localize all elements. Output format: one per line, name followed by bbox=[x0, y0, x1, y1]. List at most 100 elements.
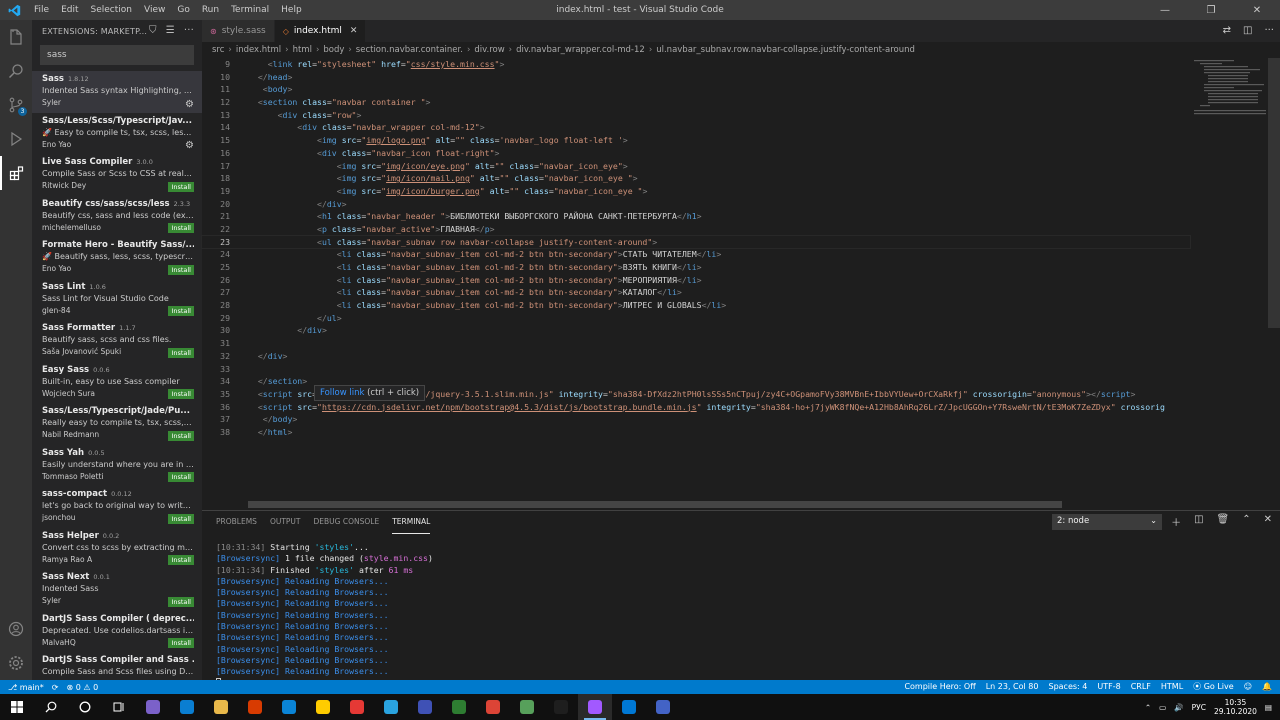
clear-icon[interactable]: ☰ bbox=[166, 20, 175, 42]
manage-gear-icon[interactable]: ⚙ bbox=[185, 140, 194, 151]
close-panel-icon[interactable]: ✕ bbox=[1264, 514, 1272, 529]
taskbar-app-icon[interactable] bbox=[408, 694, 442, 720]
extension-item[interactable]: Sass Formatter 1.1.7 Beautify sass, scss a… bbox=[32, 320, 202, 362]
branch-indicator[interactable]: ⎇ main* bbox=[8, 683, 44, 692]
panel-tab-debug-console[interactable]: DEBUG CONSOLE bbox=[314, 511, 380, 533]
extension-item[interactable]: DartJS Sass Compiler ( deprec...0.5.22De… bbox=[32, 611, 202, 653]
explorer-icon[interactable] bbox=[0, 20, 32, 54]
code-line[interactable]: 20 </div> bbox=[202, 198, 1190, 211]
code-line[interactable]: 37 </body> bbox=[202, 413, 1190, 426]
cursor-position[interactable]: Ln 23, Col 80 bbox=[986, 680, 1039, 694]
taskbar-app-icon[interactable] bbox=[476, 694, 510, 720]
close-window-icon[interactable]: ✕ bbox=[1234, 0, 1280, 20]
taskbar-app-icon[interactable] bbox=[306, 694, 340, 720]
sync-icon[interactable]: ⟳ bbox=[52, 683, 59, 692]
extension-item[interactable]: Easy Sass 0.0.6 Built-in, easy to use Sass… bbox=[32, 362, 202, 404]
code-line[interactable]: 9 <link rel="stylesheet" href="css/style… bbox=[202, 58, 1190, 71]
go-live-button[interactable]: ⦿ Go Live bbox=[1193, 680, 1234, 694]
code-line[interactable]: 21 <h1 class="navbar_header ">БИБЛИОТЕКИ… bbox=[202, 210, 1190, 223]
breadcrumb-item[interactable]: section.navbar.container. bbox=[356, 45, 463, 55]
taskbar-app-icon[interactable] bbox=[612, 694, 646, 720]
menu-edit[interactable]: Edit bbox=[55, 0, 84, 20]
install-button[interactable]: Install bbox=[168, 223, 194, 233]
menu-help[interactable]: Help bbox=[275, 0, 308, 20]
taskbar-app-icon[interactable] bbox=[204, 694, 238, 720]
breadcrumb-item[interactable]: div.navbar_wrapper.col-md-12 bbox=[516, 45, 645, 55]
panel-tab-output[interactable]: OUTPUT bbox=[270, 511, 301, 533]
extension-item[interactable]: sass-compact 0.0.12 let's go back to origi… bbox=[32, 486, 202, 528]
code-line[interactable]: 33 bbox=[202, 363, 1190, 376]
accounts-icon[interactable] bbox=[0, 612, 32, 646]
minimize-icon[interactable]: — bbox=[1142, 0, 1188, 20]
install-button[interactable]: Install bbox=[168, 389, 194, 399]
install-button[interactable]: Install bbox=[168, 264, 194, 275]
menu-run[interactable]: Run bbox=[196, 0, 225, 20]
install-button[interactable]: Install bbox=[168, 306, 194, 316]
menu-terminal[interactable]: Terminal bbox=[225, 0, 275, 20]
tab-index-html[interactable]: ◇ index.html ✕ bbox=[274, 20, 367, 42]
task-view-icon[interactable] bbox=[102, 694, 136, 720]
vertical-scrollbar[interactable] bbox=[1268, 58, 1280, 328]
follow-link[interactable]: Follow link bbox=[320, 388, 364, 398]
code-line[interactable]: 11 <body> bbox=[202, 83, 1190, 96]
encoding[interactable]: UTF-8 bbox=[1097, 680, 1120, 694]
panel-tab-terminal[interactable]: TERMINAL bbox=[392, 511, 431, 534]
extension-item[interactable]: Live Sass Compiler 3.0.0 Compile Sass or S… bbox=[32, 154, 202, 196]
menu-file[interactable]: File bbox=[28, 0, 55, 20]
install-button[interactable]: Install bbox=[168, 555, 194, 565]
breadcrumb-item[interactable]: index.html bbox=[236, 45, 281, 55]
split-terminal-icon[interactable]: ◫ bbox=[1194, 514, 1203, 529]
maximize-icon[interactable]: ❐ bbox=[1188, 0, 1234, 20]
extension-item[interactable]: Sass/Less/Scss/Typescript/Jav...2.3.20🚀 … bbox=[32, 113, 202, 155]
extension-item[interactable]: Sass Next 0.0.1 Indented Sass Syler Install bbox=[32, 569, 202, 611]
install-button[interactable]: Install bbox=[168, 347, 194, 358]
menu-selection[interactable]: Selection bbox=[85, 0, 138, 20]
compare-icon[interactable]: ⇄ bbox=[1223, 20, 1231, 42]
extension-item[interactable]: Sass/Less/Typescript/Jade/Pu...10.3.2Rea… bbox=[32, 403, 202, 445]
code-line[interactable]: 12 <section class="navbar container "> bbox=[202, 96, 1190, 109]
panel-tab-problems[interactable]: PROBLEMS bbox=[216, 511, 257, 533]
notifications-icon[interactable]: 🔔 bbox=[1262, 680, 1272, 694]
taskbar-app-icon[interactable] bbox=[340, 694, 374, 720]
cortana-icon[interactable] bbox=[68, 694, 102, 720]
indentation[interactable]: Spaces: 4 bbox=[1048, 680, 1087, 694]
close-tab-icon[interactable]: ✕ bbox=[350, 26, 358, 36]
code-line[interactable]: 32 </div> bbox=[202, 350, 1190, 363]
taskbar-app-icon[interactable] bbox=[442, 694, 476, 720]
breadcrumb-item[interactable]: html bbox=[293, 45, 312, 55]
code-line[interactable]: 31 bbox=[202, 337, 1190, 350]
feedback-icon[interactable]: ☺ bbox=[1244, 680, 1252, 694]
extension-item[interactable]: Sass Yah 0.0.5 Easily understand where you… bbox=[32, 445, 202, 487]
code-line[interactable]: 14 <div class="navbar_wrapper col-md-12"… bbox=[202, 121, 1190, 134]
code-line[interactable]: 25 <li class="navbar_subnav_item col-md-… bbox=[202, 261, 1190, 274]
code-line[interactable]: 27 <li class="navbar_subnav_item col-md-… bbox=[202, 286, 1190, 299]
menu-view[interactable]: View bbox=[138, 0, 171, 20]
code-line[interactable]: 26 <li class="navbar_subnav_item col-md-… bbox=[202, 274, 1190, 287]
compile-hero-status[interactable]: Compile Hero: Off bbox=[904, 680, 975, 694]
tab-style-sass[interactable]: ⊛ style.sass bbox=[202, 20, 275, 42]
input-language[interactable]: РУС bbox=[1192, 703, 1206, 712]
action-center-icon[interactable]: ▤ bbox=[1265, 703, 1272, 712]
source-control-icon[interactable]: 3 bbox=[0, 88, 32, 122]
code-line[interactable]: 19 <img src="img/icon/burger.png" alt=""… bbox=[202, 185, 1190, 198]
extension-item[interactable]: Sass Helper 0.0.2 Convert css to scss by e… bbox=[32, 528, 202, 570]
run-debug-icon[interactable] bbox=[0, 122, 32, 156]
extension-item[interactable]: Sass Lint 1.0.6 Sass Lint for Visual Studi… bbox=[32, 279, 202, 321]
install-button[interactable]: Install bbox=[168, 430, 194, 441]
install-button[interactable]: Install bbox=[168, 638, 194, 648]
code-line[interactable]: 23 <ul class="navbar_subnav row navbar-c… bbox=[201, 234, 1191, 250]
horizontal-scrollbar[interactable] bbox=[248, 501, 1062, 508]
taskbar-app-icon[interactable] bbox=[170, 694, 204, 720]
code-line[interactable]: 38 </html> bbox=[202, 426, 1190, 439]
taskbar-app-icon[interactable] bbox=[136, 694, 170, 720]
install-button[interactable]: Install bbox=[168, 472, 194, 482]
extension-item[interactable]: Sass 1.8.12 Indented Sass syntax Highlight… bbox=[32, 71, 202, 113]
taskbar-app-icon[interactable] bbox=[238, 694, 272, 720]
taskbar-app-icon[interactable] bbox=[578, 694, 612, 720]
install-button[interactable]: Install bbox=[168, 596, 194, 607]
minimap[interactable] bbox=[1190, 58, 1266, 508]
terminal-select[interactable]: 2: node ⌄ bbox=[1052, 514, 1162, 530]
extensions-search-input[interactable]: sass bbox=[40, 45, 194, 65]
network-icon[interactable]: ▭ bbox=[1159, 703, 1166, 712]
taskbar-app-icon[interactable] bbox=[272, 694, 306, 720]
